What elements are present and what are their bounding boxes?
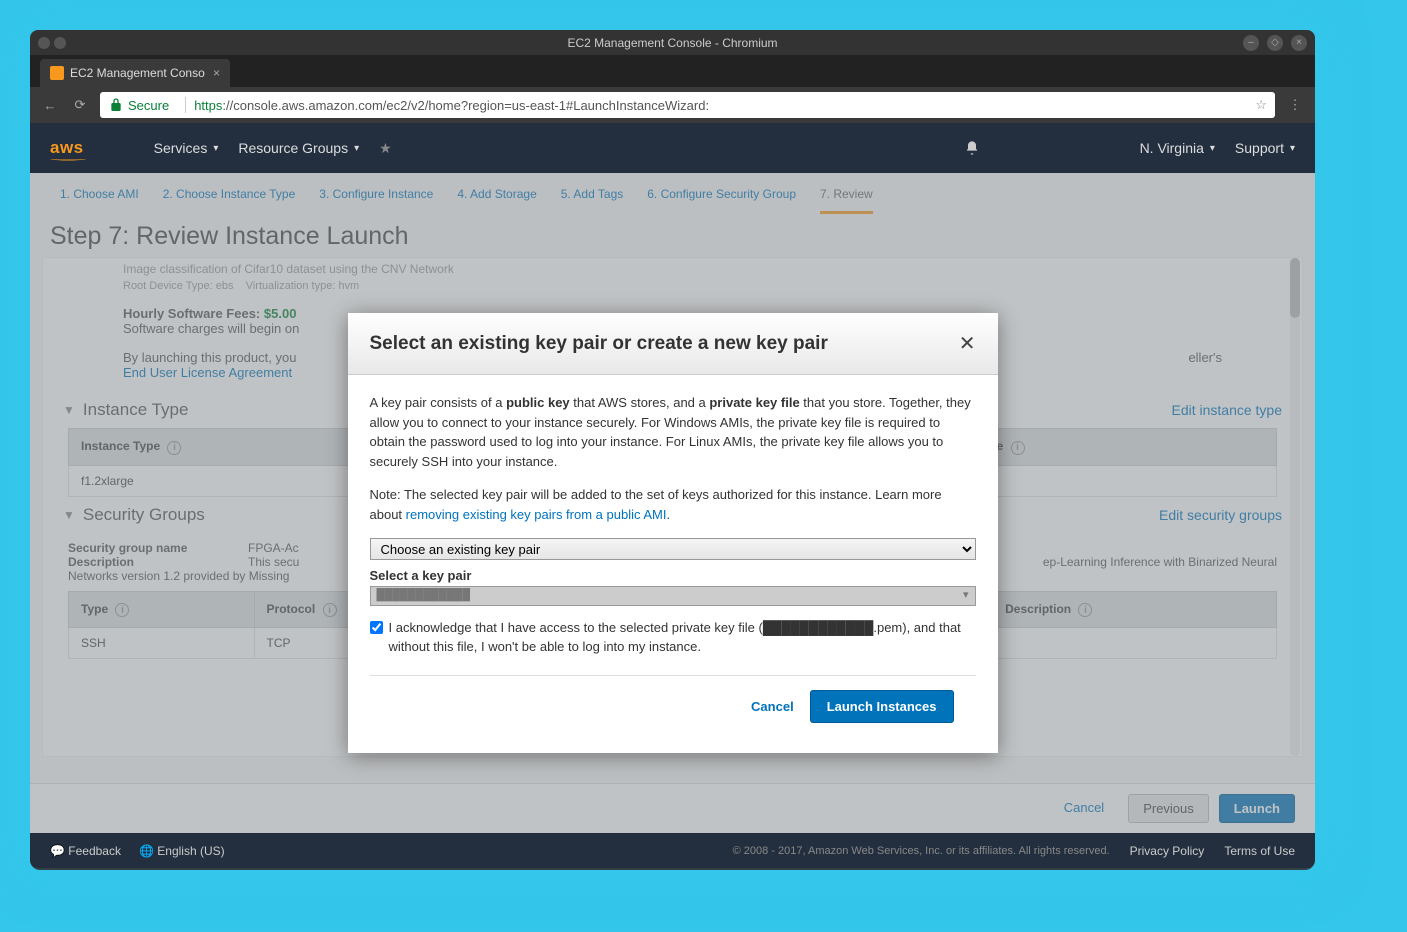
modal-paragraph: Note: The selected key pair will be adde… <box>370 485 976 524</box>
key-pair-modal: Select an existing key pair or create a … <box>348 313 998 753</box>
url-input[interactable]: Secure https://console.aws.amazon.com/ec… <box>100 92 1275 118</box>
key-pair-select-label: Select a key pair <box>370 566 976 586</box>
tab-label: EC2 Management Conso <box>70 66 205 80</box>
window-title: EC2 Management Console - Chromium <box>30 36 1315 50</box>
chevron-down-icon: ▾ <box>213 143 218 154</box>
remove-keys-link[interactable]: removing existing key pairs from a publi… <box>406 507 667 522</box>
window-menu-dot[interactable] <box>54 37 66 49</box>
close-tab-icon[interactable]: × <box>213 66 220 80</box>
reload-icon[interactable]: ⟳ <box>70 95 90 115</box>
aws-header: aws Services▾ Resource Groups▾ ★ N. Virg… <box>30 123 1315 173</box>
browser-menu-icon[interactable]: ⋮ <box>1285 95 1305 115</box>
secure-badge: Secure <box>108 97 169 113</box>
favicon-icon <box>50 66 64 80</box>
modal-overlay: Select an existing key pair or create a … <box>30 173 1315 833</box>
modal-close-icon[interactable]: ✕ <box>959 331 976 356</box>
address-bar: ← ⟳ Secure https://console.aws.amazon.co… <box>30 87 1315 123</box>
bookmark-star-icon[interactable]: ☆ <box>1255 97 1267 113</box>
browser-tab-bar: EC2 Management Conso × <box>30 55 1315 87</box>
page-content: 1. Choose AMI2. Choose Instance Type3. C… <box>30 173 1315 833</box>
modal-title: Select an existing key pair or create a … <box>370 333 828 355</box>
region-menu[interactable]: N. Virginia▾ <box>1140 140 1215 156</box>
key-pair-mode-select[interactable]: Choose an existing key pair <box>370 538 976 560</box>
browser-tab[interactable]: EC2 Management Conso × <box>40 59 230 87</box>
url-text: ://console.aws.amazon.com/ec2/v2/home?re… <box>222 98 709 113</box>
chevron-down-icon: ▾ <box>354 143 359 154</box>
bell-icon[interactable] <box>964 140 980 156</box>
language-selector[interactable]: 🌐 English (US) <box>139 844 225 858</box>
aws-logo[interactable]: aws <box>50 138 84 158</box>
launch-instances-button[interactable]: Launch Instances <box>810 690 954 723</box>
close-window-icon[interactable]: × <box>1291 35 1307 51</box>
chevron-down-icon: ▾ <box>1210 143 1215 154</box>
minimize-icon[interactable]: – <box>1243 35 1259 51</box>
url-scheme: https <box>194 98 222 113</box>
acknowledge-row: I acknowledge that I have access to the … <box>370 618 976 657</box>
privacy-link[interactable]: Privacy Policy <box>1130 844 1205 858</box>
services-menu[interactable]: Services▾ <box>154 140 219 156</box>
modal-cancel-button[interactable]: Cancel <box>751 699 794 714</box>
support-menu[interactable]: Support▾ <box>1235 140 1295 156</box>
lock-icon <box>108 97 124 113</box>
window-titlebar: EC2 Management Console - Chromium – ◇ × <box>30 30 1315 55</box>
chevron-down-icon: ▾ <box>1290 143 1295 154</box>
terms-link[interactable]: Terms of Use <box>1224 844 1295 858</box>
maximize-icon[interactable]: ◇ <box>1267 35 1283 51</box>
resource-groups-menu[interactable]: Resource Groups▾ <box>238 140 359 156</box>
key-pair-select[interactable]: ████████████▾ <box>370 586 976 606</box>
acknowledge-checkbox[interactable] <box>370 621 383 634</box>
acknowledge-text: I acknowledge that I have access to the … <box>389 618 976 657</box>
back-icon[interactable]: ← <box>40 95 60 115</box>
feedback-link[interactable]: 💬 Feedback <box>50 844 121 858</box>
window-menu-dot[interactable] <box>38 37 50 49</box>
modal-paragraph: A key pair consists of a public key that… <box>370 393 976 471</box>
pin-icon[interactable]: ★ <box>379 140 392 157</box>
aws-footer: 💬 Feedback 🌐 English (US) © 2008 - 2017,… <box>30 833 1315 868</box>
copyright-text: © 2008 - 2017, Amazon Web Services, Inc.… <box>733 845 1110 857</box>
